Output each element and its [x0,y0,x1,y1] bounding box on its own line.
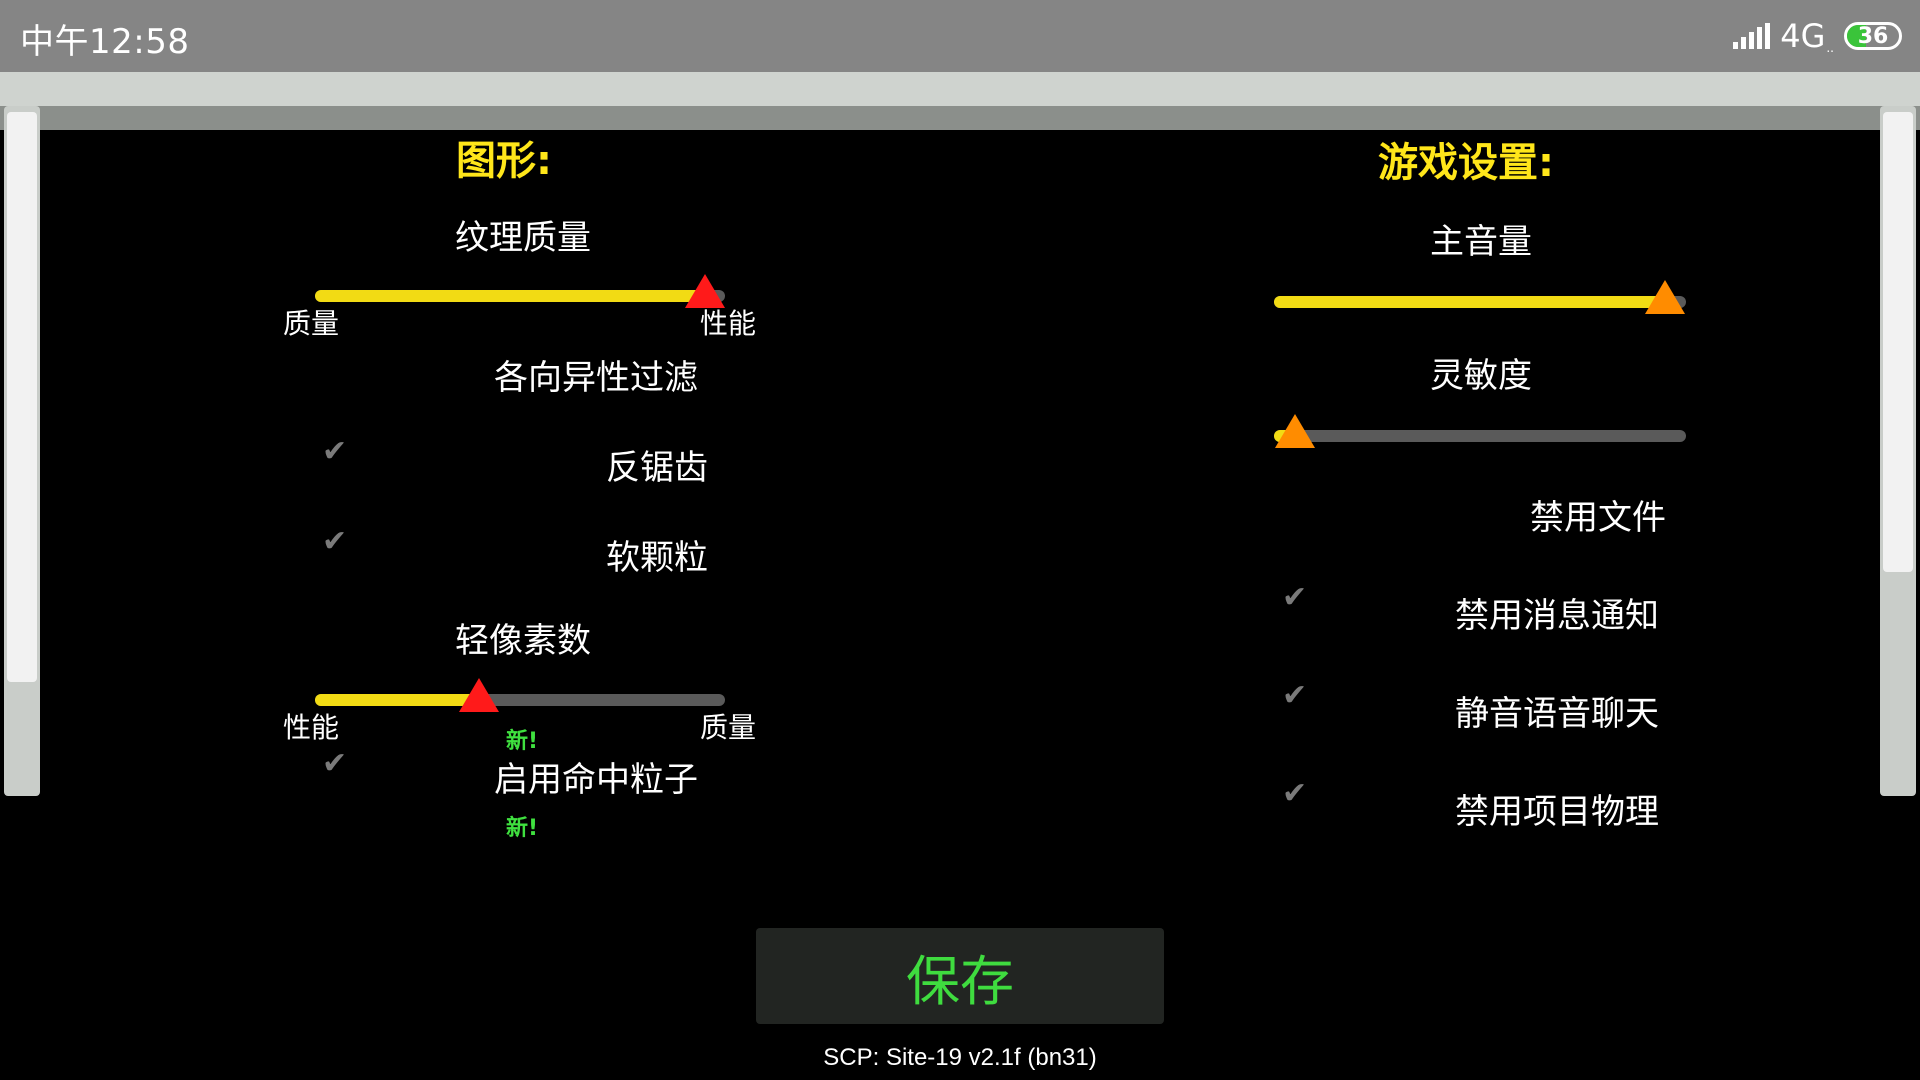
save-button[interactable]: 保存 [756,928,1164,1024]
window-frame [0,106,1920,130]
anti-aliasing-label: 反锯齿 [606,448,708,488]
hit-particles-new-tag: 新! [506,816,539,841]
right-scrollbar-thumb[interactable] [1883,112,1913,572]
pixel-light-count-max-label: 质量 [700,711,757,744]
pixel-light-count-label: 轻像素数 [455,621,591,661]
slider-fill [1274,296,1666,308]
sensitivity-label: 灵敏度 [1430,356,1532,396]
status-indicators: 4G.. 36 [1733,14,1902,58]
game-settings-heading: 游戏设置: [1378,140,1554,186]
status-time: 中午12:58 [20,22,190,62]
slider-fill [315,694,479,706]
mute-voice-chat-label: 静音语音聊天 [1455,694,1659,734]
disable-item-physics-checkbox[interactable]: ✔ [1282,776,1307,811]
disable-files-label[interactable]: 禁用文件 [1530,490,1666,539]
pixel-light-count-min-label: 性能 [283,711,340,744]
slider-handle[interactable] [1274,414,1315,448]
window-top-bar [0,72,1920,106]
texture-quality-max-label: 性能 [700,307,757,340]
left-scrollbar-thumb[interactable] [7,112,37,682]
battery-icon: 36 [1844,22,1902,50]
hit-particles-label: 启用命中粒子 [494,760,698,800]
network-activity: .. [1826,41,1834,55]
signal-icon [1733,23,1771,49]
texture-quality-label: 纹理质量 [455,218,591,258]
slider-fill [315,290,705,302]
sensitivity-slider[interactable] [1274,414,1686,448]
disable-item-physics-label: 禁用项目物理 [1455,792,1659,832]
disable-notifications-label: 禁用消息通知 [1455,596,1659,636]
left-scrollbar[interactable] [4,106,40,796]
mute-voice-chat-checkbox[interactable]: ✔ [1282,678,1307,713]
hit-particles-checkbox[interactable]: ✔ [322,746,347,781]
soft-particles-checkbox[interactable]: ✔ [322,524,347,559]
network-label: 4G [1780,17,1826,55]
graphics-heading: 图形: [456,138,552,184]
version-label: SCP: Site-19 v2.1f (bn31) [823,1044,1097,1071]
slider-handle[interactable] [1645,280,1686,314]
anti-aliasing-checkbox[interactable]: ✔ [322,434,347,469]
right-scrollbar[interactable] [1880,106,1916,796]
slider-handle[interactable] [459,678,499,712]
master-volume-slider[interactable] [1274,280,1686,314]
master-volume-label: 主音量 [1430,222,1532,262]
soft-particles-label: 软颗粒 [606,538,708,578]
status-bar: 中午12:58 4G.. 36 [0,0,1920,72]
battery-level: 36 [1857,23,1889,49]
pixel-light-count-new-tag: 新! [506,729,539,754]
pixel-light-count-slider[interactable] [315,678,725,712]
anisotropic-filter-label[interactable]: 各向异性过滤 [494,350,698,399]
network-type: 4G.. [1780,17,1834,55]
texture-quality-slider[interactable] [315,274,725,308]
texture-quality-min-label: 质量 [283,307,340,340]
disable-notifications-checkbox[interactable]: ✔ [1282,580,1307,615]
